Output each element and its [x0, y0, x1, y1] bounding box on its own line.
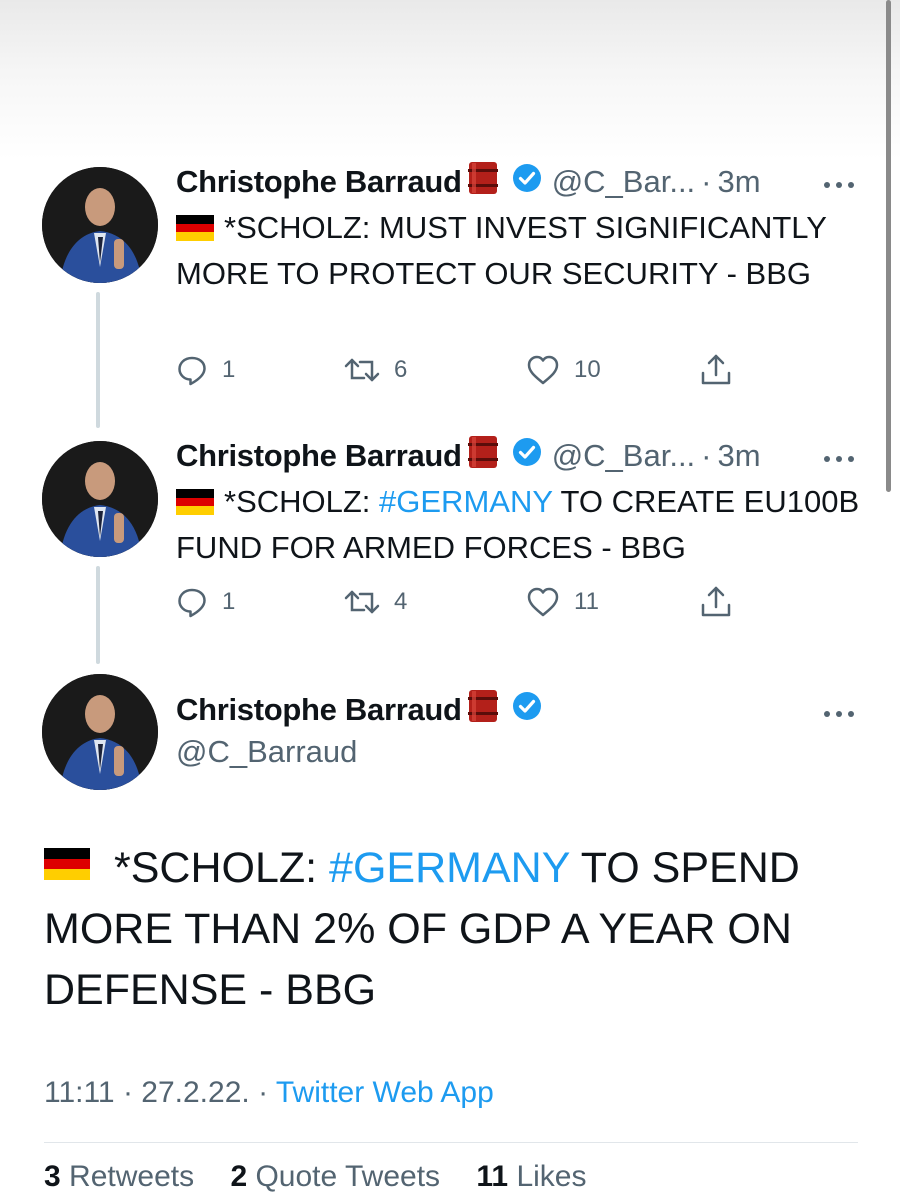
- author-name[interactable]: Christophe Barraud: [176, 164, 462, 200]
- tweet-actions: 1 6 10: [176, 350, 736, 390]
- tweet-time[interactable]: 3m: [718, 164, 761, 200]
- more-icon[interactable]: [822, 451, 856, 462]
- like-count: 10: [574, 356, 601, 383]
- like-icon: [526, 354, 560, 386]
- tweet-actions: 1 4 11: [176, 582, 736, 622]
- reply-button[interactable]: 1: [176, 350, 235, 390]
- avatar[interactable]: [42, 167, 158, 283]
- retweet-button[interactable]: 6: [344, 350, 407, 390]
- share-icon: [700, 353, 732, 387]
- thread-line: [96, 292, 100, 428]
- retweet-icon: [344, 354, 380, 386]
- tweet-text: *SCHOLZ: MUST INVEST SIGNIFICANTLY MORE …: [176, 206, 866, 295]
- separator-dot: ·: [701, 438, 712, 473]
- separator-dot: ·: [701, 164, 712, 199]
- separator-dot: ·: [122, 1076, 142, 1109]
- divider: [44, 1142, 858, 1143]
- tweet-header: Christophe Barraud @C_Bar... · 3m: [176, 436, 761, 476]
- quotes-stat[interactable]: 2 Quote Tweets: [230, 1160, 468, 1193]
- retweets-count: 3: [44, 1160, 61, 1193]
- tweet-stats: 3 Retweets 2 Quote Tweets 11 Likes: [44, 1160, 614, 1194]
- likes-count: 11: [476, 1160, 509, 1193]
- oil-barrel-icon: [467, 434, 498, 478]
- tweet-text-body: *SCHOLZ:: [224, 484, 380, 519]
- retweet-icon: [344, 586, 380, 618]
- retweets-label: Retweets: [69, 1160, 195, 1193]
- top-shade: [0, 0, 900, 160]
- oil-barrel-icon: [467, 688, 498, 732]
- author-handle[interactable]: @C_Bar...: [552, 438, 695, 474]
- retweet-button[interactable]: 4: [344, 582, 407, 622]
- author-handle[interactable]: @C_Bar...: [552, 164, 695, 200]
- main-tweet-text: *SCHOLZ: #GERMANY TO SPEND MORE THAN 2% …: [44, 836, 864, 1021]
- reply-count: 1: [222, 588, 236, 615]
- tweet-date[interactable]: 27.2.22.: [141, 1076, 249, 1109]
- like-icon: [526, 586, 560, 618]
- author-name[interactable]: Christophe Barraud: [176, 692, 462, 728]
- share-button[interactable]: [700, 350, 732, 390]
- like-button[interactable]: 10: [526, 350, 601, 390]
- tweet-text-body: *SCHOLZ:: [114, 844, 330, 892]
- retweet-count: 4: [394, 588, 408, 615]
- share-icon: [700, 585, 732, 619]
- author-handle[interactable]: @C_Barraud: [176, 734, 357, 770]
- likes-label: Likes: [516, 1160, 587, 1193]
- tweet-text: *SCHOLZ: #GERMANY TO CREATE EU100B FUND …: [176, 480, 866, 569]
- germany-flag-icon: [176, 209, 214, 252]
- tweet-time[interactable]: 3m: [718, 438, 761, 474]
- tweet-meta: 11:11 · 27.2.22. · Twitter Web App: [44, 1076, 494, 1110]
- tweet-source-link[interactable]: Twitter Web App: [276, 1076, 494, 1109]
- scrollbar[interactable]: [886, 0, 891, 492]
- avatar[interactable]: [42, 674, 158, 790]
- verified-badge-icon: [512, 437, 542, 475]
- avatar[interactable]: [42, 441, 158, 557]
- tweet-text-body: *SCHOLZ: MUST INVEST SIGNIFICANTLY MORE …: [176, 210, 827, 291]
- verified-badge-icon: [512, 691, 542, 729]
- oil-barrel-icon: [467, 160, 498, 204]
- likes-stat[interactable]: 11 Likes: [476, 1160, 614, 1193]
- quotes-count: 2: [230, 1160, 248, 1193]
- germany-flag-icon: [176, 483, 214, 526]
- retweets-stat[interactable]: 3 Retweets: [44, 1160, 222, 1193]
- reply-icon: [176, 354, 208, 386]
- reply-count: 1: [222, 356, 236, 383]
- like-button[interactable]: 11: [526, 582, 599, 622]
- retweet-count: 6: [394, 356, 408, 383]
- reply-icon: [176, 586, 208, 618]
- reply-button[interactable]: 1: [176, 582, 235, 622]
- tweet-header: Christophe Barraud @C_Bar... · 3m: [176, 162, 761, 202]
- thread-line: [96, 566, 100, 664]
- share-button[interactable]: [700, 582, 732, 622]
- quotes-label: Quote Tweets: [255, 1160, 441, 1193]
- separator-dot: ·: [258, 1076, 276, 1109]
- hashtag-link[interactable]: #GERMANY: [329, 844, 570, 892]
- like-count: 11: [574, 588, 599, 615]
- germany-flag-icon: [44, 836, 90, 897]
- more-icon[interactable]: [822, 706, 856, 717]
- main-tweet-header: Christophe Barraud: [176, 690, 542, 730]
- author-name[interactable]: Christophe Barraud: [176, 438, 462, 474]
- hashtag-link[interactable]: #GERMANY: [379, 484, 552, 519]
- tweet-timestamp[interactable]: 11:11: [44, 1076, 115, 1109]
- verified-badge-icon: [512, 163, 542, 201]
- more-icon[interactable]: [822, 177, 856, 188]
